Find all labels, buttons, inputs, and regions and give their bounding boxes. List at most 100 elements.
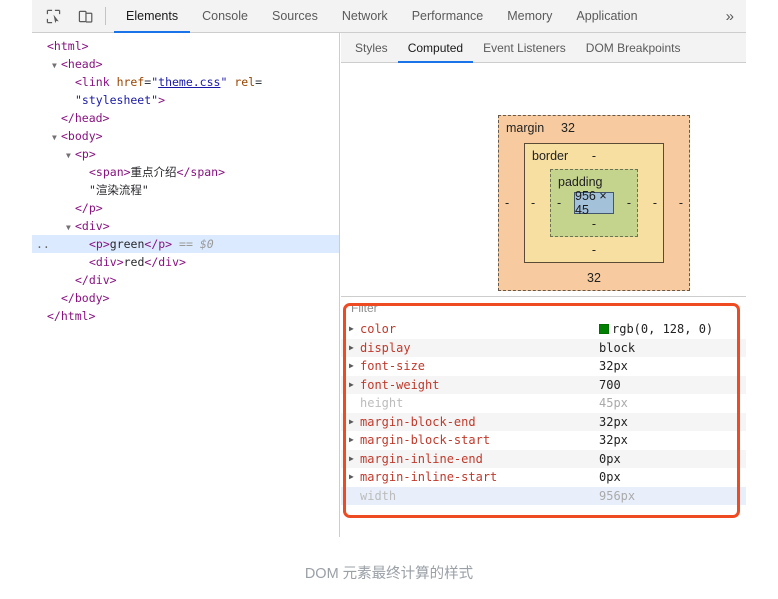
expand-property-icon[interactable]: ▶ (349, 413, 354, 432)
box-model-content[interactable]: 956 × 45 (574, 189, 614, 217)
box-model-diagram: margin 32 32 - - border - - - - padding … (341, 64, 746, 296)
tab-sources[interactable]: Sources (260, 0, 330, 33)
expand-property-icon[interactable]: ▶ (349, 339, 354, 358)
padding-left[interactable]: - (557, 196, 561, 210)
property-name: font-size (360, 359, 426, 373)
property-name: height (360, 396, 404, 410)
devtools-toolbar: Elements Console Sources Network Perform… (32, 0, 746, 33)
dom-tree: <html> ▼ <head> <link href="theme.css" rel=… (32, 33, 339, 325)
device-toolbar-icon[interactable] (72, 4, 98, 28)
dom-node-ellipsis: .. (36, 237, 50, 251)
box-model-margin[interactable]: margin 32 32 - - border - - - - padding … (498, 115, 690, 291)
box-model-border[interactable]: border - - - - padding - - - 956 × 45 (524, 143, 664, 263)
property-name: font-weight (360, 377, 440, 392)
dom-node[interactable]: "stylesheet"> (32, 91, 339, 109)
dom-node-selected[interactable]: .. <p>green</p> == $0 (32, 235, 339, 253)
margin-right[interactable]: - (679, 196, 683, 210)
filter-input-placeholder[interactable]: Filter (351, 301, 378, 315)
dom-node[interactable]: </p> (32, 199, 339, 217)
dom-node[interactable]: </body> (32, 289, 339, 307)
dom-node[interactable]: ▼ <head> (32, 55, 339, 73)
more-tabs-icon[interactable]: » (714, 0, 746, 33)
computed-property-row[interactable]: ▶ margin-block-end 32px (341, 412, 746, 432)
padding-label: padding (558, 175, 603, 189)
property-name: margin-inline-start (360, 470, 498, 484)
tab-dom-breakpoints[interactable]: DOM Breakpoints (576, 33, 691, 63)
computed-property-row[interactable]: ▶ margin-block-start 32px (341, 431, 746, 450)
computed-property-row[interactable]: height 45px (341, 394, 746, 413)
computed-property-row[interactable]: ▶ color rgb(0, 128, 0) (341, 320, 746, 339)
expand-property-icon[interactable]: ▶ (349, 376, 354, 395)
property-value[interactable]: 45px (599, 394, 628, 413)
expand-property-icon[interactable]: ▶ (349, 320, 354, 339)
color-swatch[interactable] (599, 324, 609, 334)
dom-node[interactable]: <link href="theme.css" rel= (32, 73, 339, 91)
dom-node[interactable]: </head> (32, 109, 339, 127)
tab-performance[interactable]: Performance (400, 0, 496, 33)
toolbar-divider (105, 7, 106, 25)
property-value[interactable]: 32px (599, 413, 628, 432)
tab-styles[interactable]: Styles (345, 33, 398, 63)
inspect-element-icon[interactable] (40, 4, 66, 28)
box-model-padding[interactable]: padding - - - 956 × 45 (550, 169, 638, 237)
tab-computed[interactable]: Computed (397, 33, 474, 63)
dom-tree-pane[interactable]: <html> ▼ <head> <link href="theme.css" rel=… (32, 33, 340, 537)
computed-filter-row[interactable]: Filter (341, 296, 746, 320)
property-value[interactable]: block (599, 339, 635, 358)
property-name: margin-block-end (360, 414, 476, 429)
computed-property-row[interactable]: ▶ display block (341, 338, 746, 358)
dom-node[interactable]: ▼ <p> (32, 145, 339, 163)
tab-console[interactable]: Console (190, 0, 260, 33)
expand-property-icon[interactable]: ▶ (349, 357, 354, 376)
property-value[interactable]: 32px (599, 431, 628, 450)
dom-node[interactable]: <div>red</div> (32, 253, 339, 271)
dom-node[interactable]: </html> (32, 307, 339, 325)
border-bottom[interactable]: - (525, 243, 663, 257)
sidebar-tab-bar: Styles Computed Event Listeners DOM Brea… (341, 33, 746, 63)
expand-property-icon[interactable]: ▶ (349, 431, 354, 450)
computed-property-row[interactable]: ▶ margin-inline-start 0px (341, 468, 746, 487)
tab-event-listeners[interactable]: Event Listeners (473, 33, 576, 63)
property-name: margin-block-start (360, 433, 491, 447)
property-name: display (360, 340, 411, 355)
property-value[interactable]: 0px (599, 468, 621, 487)
border-top[interactable]: - (525, 149, 663, 163)
border-right[interactable]: - (653, 196, 657, 210)
property-value[interactable]: 0px (599, 450, 621, 469)
computed-property-row[interactable]: width 956px (341, 486, 746, 506)
margin-left[interactable]: - (505, 196, 509, 210)
computed-property-row[interactable]: ▶ font-size 32px (341, 357, 746, 376)
computed-property-row[interactable]: ▶ margin-inline-end 0px (341, 449, 746, 469)
margin-top[interactable]: 32 (561, 121, 575, 135)
border-left[interactable]: - (531, 196, 535, 210)
dom-node[interactable]: ▼ <body> (32, 127, 339, 145)
property-name: margin-inline-end (360, 451, 483, 466)
tab-network[interactable]: Network (330, 0, 400, 33)
property-value[interactable]: 32px (599, 357, 628, 376)
tab-application[interactable]: Application (564, 0, 649, 33)
computed-property-row[interactable]: ▶ font-weight 700 (341, 375, 746, 395)
dom-node[interactable]: <html> (32, 37, 339, 55)
padding-bottom[interactable]: - (551, 217, 637, 231)
figure-caption: DOM 元素最终计算的样式 (304, 566, 474, 582)
styles-sidebar-pane: Styles Computed Event Listeners DOM Brea… (341, 33, 746, 537)
margin-label: margin (506, 121, 545, 135)
split-view: <html> ▼ <head> <link href="theme.css" rel=… (32, 33, 746, 537)
margin-bottom[interactable]: 32 (499, 271, 689, 285)
property-value[interactable]: 700 (599, 376, 621, 395)
property-name: color (360, 322, 397, 336)
tab-elements[interactable]: Elements (114, 0, 191, 33)
tab-memory[interactable]: Memory (495, 0, 564, 33)
property-value[interactable]: rgb(0, 128, 0) (599, 320, 713, 339)
devtools-window: Elements Console Sources Network Perform… (32, 0, 746, 537)
computed-properties-list[interactable]: ▶ color rgb(0, 128, 0) ▶ display block ▶ font-s… (341, 320, 746, 515)
expand-property-icon[interactable]: ▶ (349, 450, 354, 469)
dom-node[interactable]: <span>重点介绍</span> (32, 163, 339, 181)
property-value[interactable]: 956px (599, 487, 635, 506)
dom-node[interactable]: ▼ <div> (32, 217, 339, 235)
padding-right[interactable]: - (627, 196, 631, 210)
expand-property-icon[interactable]: ▶ (349, 468, 354, 487)
dom-node[interactable]: "渲染流程" (32, 181, 339, 199)
device-toolbar-glyph (78, 10, 92, 23)
dom-node[interactable]: </div> (32, 271, 339, 289)
